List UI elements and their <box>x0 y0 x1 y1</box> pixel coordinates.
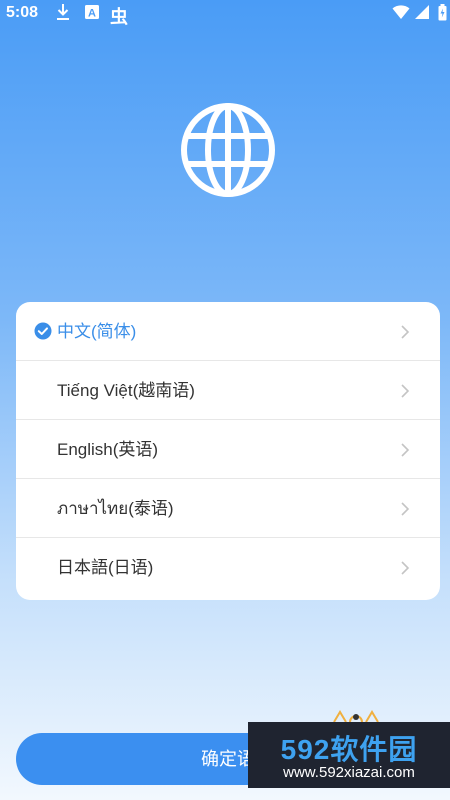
status-bar: 5:08 A 虫 <box>0 0 450 27</box>
globe-icon <box>178 100 278 200</box>
text-a-icon: A <box>84 3 100 26</box>
status-time: 5:08 <box>6 4 39 21</box>
signal-icon <box>414 4 430 25</box>
bug-icon: 虫 <box>110 7 128 27</box>
chevron-right-icon <box>400 442 410 463</box>
watermark-brand: 592软件园 <box>280 734 418 765</box>
download-icon <box>56 3 70 26</box>
language-label: ภาษาไทย(泰语) <box>57 499 174 518</box>
watermark-url: www.592xiazai.com <box>283 764 415 781</box>
language-label: English(英语) <box>57 440 159 459</box>
language-label: 日本語(日语) <box>57 558 154 577</box>
language-option-chinese-simplified[interactable]: 中文(简体) <box>16 302 440 361</box>
battery-icon <box>438 4 447 26</box>
language-list: 中文(简体) Tiếng Việt(越南语) English(英语) ภาษาไ… <box>16 302 440 600</box>
language-option-english[interactable]: English(英语) <box>16 420 440 479</box>
language-label: Tiếng Việt(越南语) <box>57 381 195 400</box>
language-option-vietnamese[interactable]: Tiếng Việt(越南语) <box>16 361 440 420</box>
chevron-right-icon <box>400 501 410 522</box>
chevron-right-icon <box>400 324 410 345</box>
wifi-icon <box>392 4 410 25</box>
check-circle-icon <box>34 322 52 345</box>
chevron-right-icon <box>400 383 410 404</box>
language-option-thai[interactable]: ภาษาไทย(泰语) <box>16 479 440 538</box>
watermark: 592软件园 www.592xiazai.com <box>248 722 450 788</box>
svg-text:A: A <box>88 8 96 20</box>
chevron-right-icon <box>400 560 410 581</box>
language-option-japanese[interactable]: 日本語(日语) <box>16 538 440 597</box>
language-label: 中文(简体) <box>57 322 137 341</box>
